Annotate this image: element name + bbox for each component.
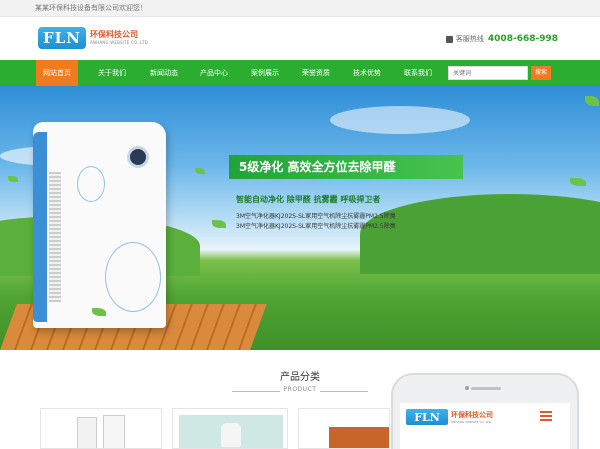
product-image	[77, 417, 97, 448]
nav-item-products[interactable]: 产品中心	[190, 60, 238, 86]
camera-icon	[465, 386, 469, 390]
green-hill	[360, 194, 600, 274]
search-button[interactable]: 搜索	[531, 66, 551, 80]
nav-item-about[interactable]: 关于我们	[88, 60, 136, 86]
search-input[interactable]	[448, 66, 528, 80]
mobile-logo-mark: FLN	[406, 409, 448, 425]
logo-company-name-en: ANHANG WEBSITE CO.,LTD	[90, 40, 148, 45]
nav-item-cases[interactable]: 案例展示	[241, 60, 289, 86]
mobile-logo-company-name: 环保科技公司	[451, 410, 493, 419]
product-image	[103, 415, 125, 448]
leaf-icon	[195, 168, 205, 174]
hotline: 客服热线 4008-668-998	[445, 34, 558, 44]
welcome-text: 某某环保科技设备有限公司欢迎您！	[35, 4, 147, 12]
menu-icon[interactable]	[540, 411, 552, 421]
nav-item-news[interactable]: 新闻动态	[140, 60, 188, 86]
hotline-label: 客服热线	[455, 35, 484, 43]
cloud	[330, 106, 470, 134]
site-logo[interactable]: FLN 环保科技公司 ANHANG WEBSITE CO.,LTD	[38, 27, 148, 49]
nav-item-honors[interactable]: 荣誉资质	[292, 60, 340, 86]
control-dial-icon	[127, 146, 149, 168]
logo-text: 环保科技公司 ANHANG WEBSITE CO.,LTD	[90, 30, 148, 46]
nav-item-contact[interactable]: 联系我们	[394, 60, 442, 86]
product-card[interactable]	[298, 408, 390, 449]
banner-tagline: 智能自动净化 除甲醛 抗雾霾 呼吸捍卫者	[236, 195, 381, 204]
top-welcome-bar: 某某环保科技设备有限公司欢迎您！	[0, 0, 600, 17]
hotline-number: 4008-668-998	[487, 34, 558, 44]
product-card[interactable]	[40, 408, 162, 449]
nav-item-technology[interactable]: 技术优势	[343, 60, 391, 86]
banner-desc-line: 3M空气净化器KJ202S-SL家用空气机除尘抗雾霾PM2.5除臭	[236, 223, 396, 230]
leaf-icon	[8, 176, 18, 182]
air-purifier-image	[33, 122, 166, 328]
hero-banner[interactable]: 5级净化 高效全方位去除甲醛 智能自动净化 除甲醛 抗雾霾 呼吸捍卫者 3M空气…	[0, 86, 600, 350]
mobile-site-preview: FLN 环保科技公司 ANHANG WEBSITE CO.,LTD	[391, 373, 579, 449]
leaf-icon	[570, 178, 586, 186]
product-image	[329, 427, 389, 448]
leaf-icon	[92, 308, 106, 316]
leaf-icon	[212, 220, 226, 228]
site-header: FLN 环保科技公司 ANHANG WEBSITE CO.,LTD 客服热线 4…	[0, 17, 600, 60]
mobile-logo-company-name-en: ANHANG WEBSITE CO.,LTD	[451, 419, 492, 424]
product-card[interactable]	[172, 408, 288, 449]
mobile-logo[interactable]: FLN 环保科技公司 ANHANG WEBSITE CO.,LTD	[406, 409, 493, 425]
banner-desc-line: 3M空气净化器KJ202S-SL家用空气机除尘抗雾霾PM2.5除臭	[236, 213, 396, 220]
leaf-icon	[585, 96, 599, 106]
logo-mark: FLN	[38, 27, 86, 49]
nav-item-home[interactable]: 网站首页	[36, 60, 78, 86]
phone-icon	[445, 35, 453, 43]
banner-headline: 5级净化 高效全方位去除甲醛	[229, 155, 463, 179]
logo-company-name: 环保科技公司	[90, 30, 138, 39]
